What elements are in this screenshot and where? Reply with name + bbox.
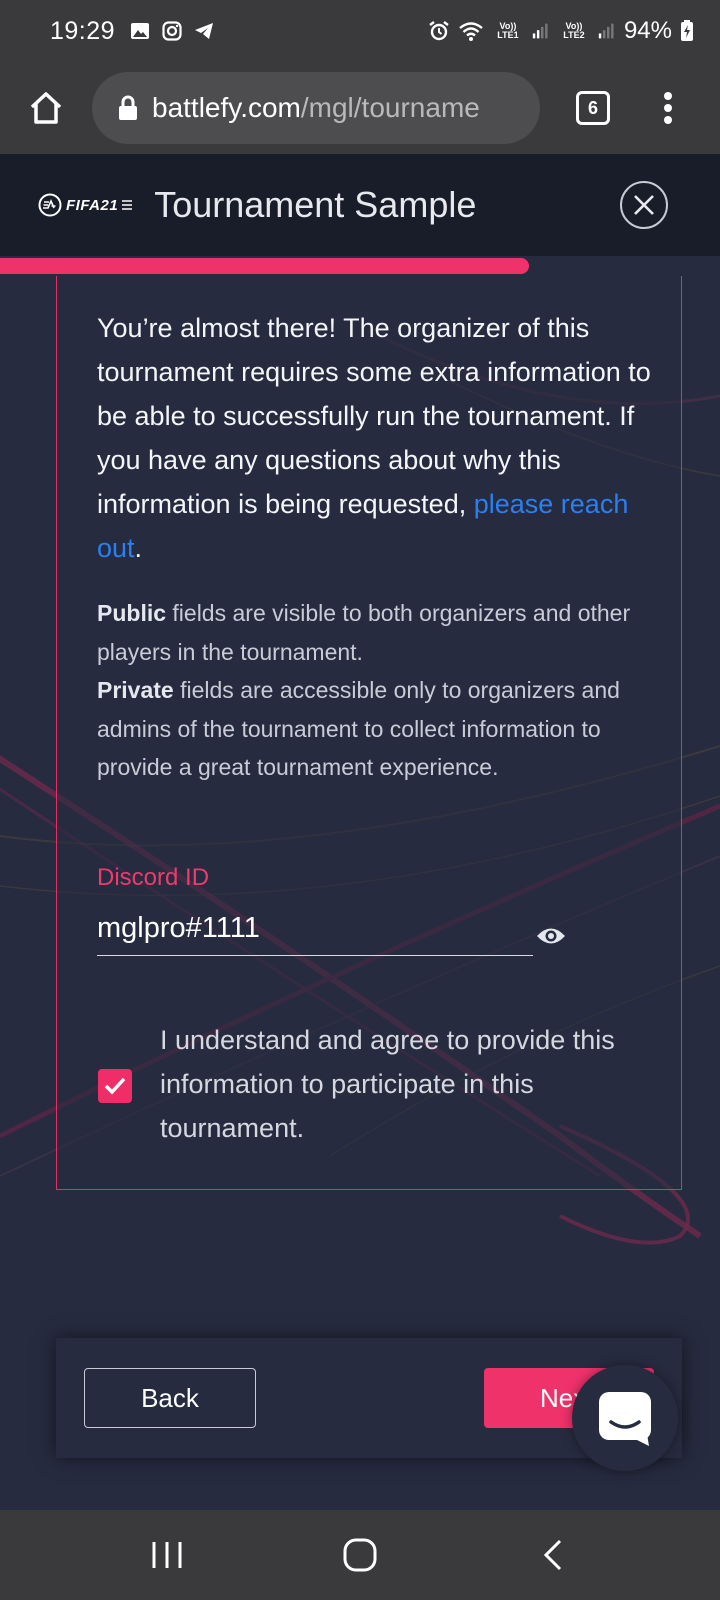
back-nav-icon (544, 1539, 562, 1571)
gallery-icon (131, 23, 150, 39)
signal-icon-2 (598, 23, 614, 39)
battery-charging-icon (681, 20, 693, 41)
home-nav-button[interactable] (320, 1515, 400, 1595)
agree-checkbox[interactable] (98, 1069, 132, 1103)
more-vert-icon (664, 92, 672, 124)
recent-apps-icon (152, 1542, 182, 1568)
privacy-explanation: Public fields are visible to both organi… (97, 594, 657, 787)
instagram-icon (162, 21, 182, 41)
modal-header: FIFA21 Tournament Sample (0, 154, 720, 256)
status-time: 19:29 (50, 16, 116, 45)
lte1-label: Vo)) LTE1 (497, 21, 519, 40)
extra-info-form: You’re almost there! The organizer of th… (56, 276, 682, 1190)
visibility-toggle[interactable] (531, 916, 571, 956)
logo-mark-icon (122, 200, 133, 210)
home-icon (30, 92, 62, 124)
browser-menu-button[interactable] (638, 62, 698, 154)
system-icons: Vo)) LTE1 Vo)) LTE2 94% (428, 17, 694, 45)
signal-icon (532, 23, 548, 39)
browser-toolbar: battlefy.com/mgl/tourname 6 (0, 62, 720, 154)
game-logo: FIFA21 (38, 193, 133, 217)
close-icon (634, 195, 654, 215)
progress-bar (0, 258, 530, 274)
agree-label[interactable]: I understand and agree to provide this i… (160, 1018, 630, 1150)
alarm-icon (429, 21, 449, 41)
url-domain: battlefy.com (152, 92, 301, 123)
home-nav-icon (343, 1538, 377, 1572)
address-bar[interactable]: battlefy.com/mgl/tourname (92, 72, 540, 144)
intro-paragraph: You’re almost there! The organizer of th… (97, 306, 657, 570)
discord-id-label: Discord ID (97, 864, 210, 891)
recent-apps-button[interactable] (127, 1515, 207, 1595)
checkmark-icon (104, 1077, 126, 1095)
system-navigation-bar (0, 1510, 720, 1600)
public-label: Public (97, 600, 167, 626)
private-label: Private (97, 677, 174, 703)
tabs-button[interactable]: 6 (548, 62, 638, 154)
home-button[interactable] (0, 62, 92, 154)
logo-text: FIFA21 (66, 196, 119, 214)
lte2-label: Vo)) LTE2 (563, 21, 585, 40)
chat-icon (599, 1392, 651, 1446)
tab-count: 6 (576, 91, 610, 125)
battery-level: 94% (623, 17, 672, 44)
status-bar: 19:29 Vo)) LTE1 Vo)) LTE2 94% (0, 0, 720, 62)
wifi-icon (459, 22, 483, 41)
url-path: /mgl/tourname (300, 92, 480, 123)
back-button[interactable]: Back (84, 1368, 256, 1428)
public-text: fields are visible to both organizers an… (97, 600, 631, 665)
close-button[interactable] (620, 181, 668, 229)
intro-end: . (134, 533, 143, 563)
back-nav-button[interactable] (513, 1515, 593, 1595)
notification-icons (129, 20, 215, 42)
discord-id-input[interactable] (97, 910, 533, 956)
telegram-icon (195, 23, 214, 39)
ea-logo-icon (38, 193, 62, 217)
private-text: fields are accessible only to organizers… (97, 677, 620, 780)
chat-support-button[interactable] (572, 1365, 678, 1471)
eye-icon (537, 928, 565, 944)
lock-icon (119, 95, 137, 120)
page-title: Tournament Sample (154, 184, 477, 225)
